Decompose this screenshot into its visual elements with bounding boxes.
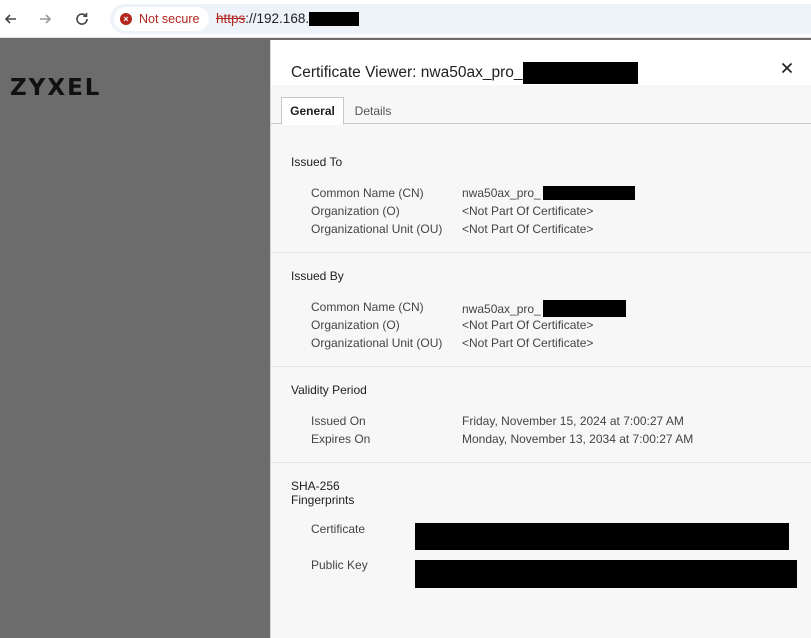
redaction-bar (523, 62, 639, 84)
section-divider (271, 252, 811, 253)
public-key-fingerprint-redacted (415, 560, 797, 588)
field-value-text: nwa50ax_pro_ (462, 301, 541, 316)
field-label: Organization (O) (311, 318, 400, 332)
field-label: Organizational Unit (OU) (311, 336, 443, 350)
section-divider (271, 366, 811, 367)
security-chip[interactable]: × Not secure (114, 7, 210, 31)
field-value: <Not Part Of Certificate> (462, 204, 594, 218)
field-label: Common Name (CN) (311, 300, 424, 314)
url-scheme: https (216, 11, 246, 26)
redaction-bar (542, 300, 626, 317)
field-label: Organization (O) (311, 204, 400, 218)
field-value: nwa50ax_pro_ (462, 300, 626, 317)
field-label: Issued On (311, 414, 366, 428)
redaction-bar (542, 186, 635, 200)
security-chip-label: Not secure (139, 12, 200, 26)
url-text[interactable]: https://192.168. (216, 11, 360, 27)
field-label: Organizational Unit (OU) (311, 222, 443, 236)
issued-by-heading: Issued By (291, 269, 344, 283)
url-host: ://192.168. (245, 11, 310, 26)
field-value: <Not Part Of Certificate> (462, 318, 594, 332)
zyxel-logo: ZYXEL (10, 75, 102, 101)
forward-arrow-icon (40, 14, 52, 24)
forward-button[interactable] (34, 8, 56, 30)
tab-bar: General Details (271, 97, 811, 125)
validity-period-heading: Validity Period (291, 383, 367, 397)
close-button[interactable] (779, 60, 795, 76)
tab-general[interactable]: General (281, 97, 344, 125)
field-value: Monday, November 13, 2034 at 7:00:27 AM (462, 432, 694, 446)
close-icon (781, 62, 793, 74)
page-background: ZYXEL (0, 43, 270, 638)
fingerprints-heading-line1: SHA-256 (291, 479, 340, 493)
tab-details[interactable]: Details (351, 97, 395, 124)
field-value-text: nwa50ax_pro_ (462, 186, 541, 200)
field-label: Certificate (311, 522, 366, 536)
field-label: Expires On (311, 432, 371, 446)
back-button[interactable] (0, 8, 22, 30)
dialog-header: Certificate Viewer: nwa50ax_pro_ (271, 40, 811, 85)
address-bar[interactable]: × Not secure https://192.168. (110, 4, 811, 34)
section-divider (271, 462, 811, 463)
field-label: Common Name (CN) (311, 186, 424, 200)
redaction-bar (309, 12, 360, 27)
reload-icon (76, 13, 88, 25)
dialog-title: Certificate Viewer: nwa50ax_pro_ (291, 62, 639, 84)
certificate-viewer-dialog: Certificate Viewer: nwa50ax_pro_ General… (270, 40, 811, 638)
warning-icon: × (120, 13, 132, 25)
back-arrow-icon (4, 14, 16, 24)
dialog-title-text: Certificate Viewer: nwa50ax_pro_ (291, 64, 523, 81)
field-value: <Not Part Of Certificate> (462, 336, 594, 350)
field-value: Friday, November 15, 2024 at 7:00:27 AM (462, 414, 684, 428)
browser-toolbar: × Not secure https://192.168. (0, 0, 811, 38)
fingerprints-heading-line2: Fingerprints (291, 493, 355, 507)
field-value: <Not Part Of Certificate> (462, 222, 594, 236)
certificate-fingerprint-redacted (415, 523, 789, 550)
reload-button[interactable] (71, 8, 93, 30)
issued-to-heading: Issued To (291, 155, 343, 169)
field-label: Public Key (311, 558, 368, 572)
field-value: nwa50ax_pro_ (462, 186, 635, 200)
fingerprints-heading: SHA-256 Fingerprints (291, 479, 354, 507)
